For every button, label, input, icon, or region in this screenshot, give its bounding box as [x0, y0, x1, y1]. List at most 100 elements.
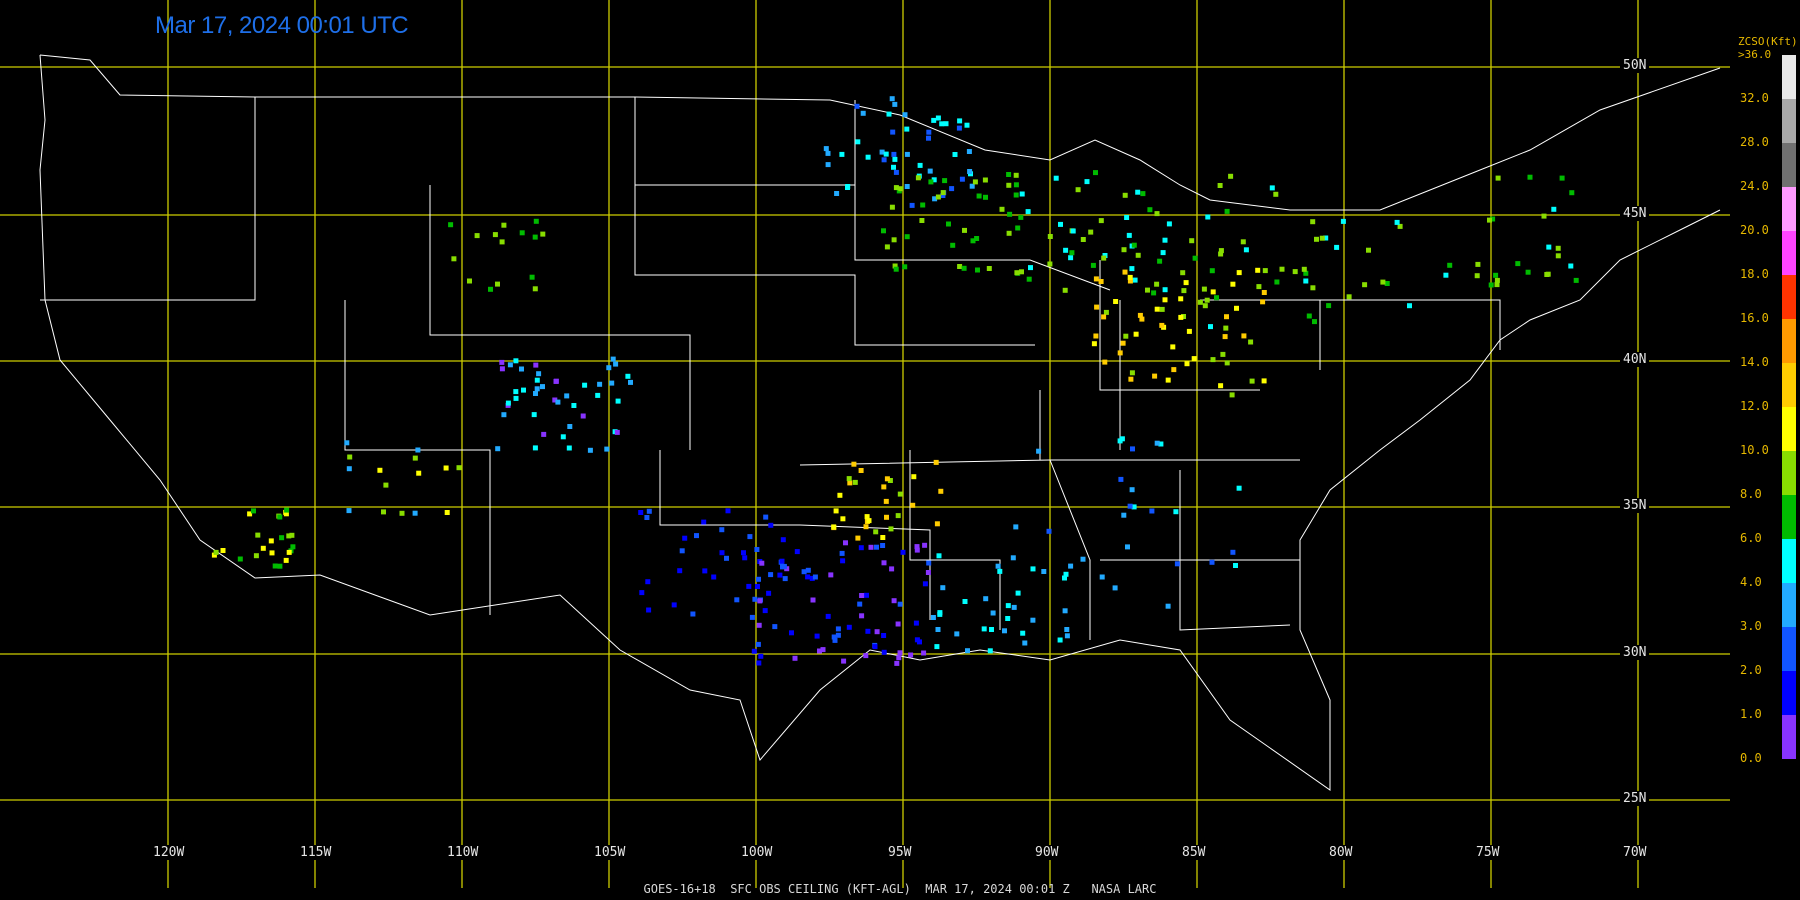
obs-marker [268, 538, 274, 544]
obs-marker [533, 391, 538, 396]
obs-marker [888, 526, 894, 532]
lon-label: 105W [591, 845, 629, 860]
obs-marker [881, 560, 887, 566]
obs-marker [251, 508, 256, 514]
obs-marker [1162, 237, 1168, 243]
obs-marker [412, 455, 418, 461]
obs-marker [1162, 287, 1168, 293]
obs-marker [893, 266, 899, 272]
obs-marker [904, 234, 910, 240]
obs-marker [789, 630, 794, 636]
obs-marker [781, 563, 787, 569]
obs-marker [269, 550, 275, 556]
obs-marker [939, 121, 945, 127]
obs-marker [532, 234, 538, 240]
obs-marker [1222, 334, 1228, 340]
obs-marker [855, 139, 861, 145]
obs-marker [1488, 282, 1494, 288]
obs-marker [859, 613, 865, 619]
obs-marker [1210, 357, 1216, 363]
obs-marker [768, 572, 774, 578]
obs-marker [474, 233, 480, 239]
obs-marker [1394, 219, 1400, 225]
obs-marker [865, 154, 871, 160]
obs-marker [975, 267, 980, 273]
obs-marker [1075, 187, 1081, 193]
obs-marker [922, 581, 928, 587]
obs-marker [1125, 544, 1130, 550]
obs-marker [507, 362, 513, 368]
obs-marker [910, 502, 916, 508]
obs-marker [1128, 376, 1134, 382]
lon-label: 110W [444, 845, 482, 860]
obs-marker [1178, 314, 1184, 320]
obs-marker [283, 557, 289, 563]
obs-marker [986, 266, 992, 271]
obs-marker [859, 593, 865, 598]
obs-marker [1165, 603, 1171, 609]
obs-marker [645, 579, 651, 585]
obs-marker [755, 641, 761, 647]
obs-marker [1030, 617, 1036, 623]
obs-marker [1068, 563, 1074, 569]
obs-marker [868, 544, 874, 550]
obs-marker [1126, 232, 1132, 238]
obs-marker [983, 596, 989, 602]
obs-marker [1292, 269, 1298, 275]
obs-marker [766, 590, 772, 596]
obs-marker [860, 110, 866, 116]
obs-marker [531, 412, 537, 418]
obs-marker [846, 624, 852, 630]
colorbar-tick-label: 32.0 [1740, 91, 1769, 105]
obs-marker [499, 239, 505, 245]
lat-label: 30N [1620, 645, 1650, 660]
obs-marker [1210, 289, 1216, 295]
obs-marker [831, 524, 837, 530]
obs-marker [866, 518, 872, 524]
obs-marker [519, 230, 525, 236]
obs-marker [873, 529, 879, 535]
obs-marker [1002, 628, 1007, 634]
obs-marker [286, 533, 292, 539]
obs-marker [954, 631, 960, 637]
obs-marker [1124, 215, 1130, 220]
obs-marker [213, 549, 219, 555]
obs-marker [1005, 603, 1011, 609]
obs-marker [852, 479, 858, 485]
obs-marker [277, 514, 283, 520]
state-boundaries [39, 54, 1721, 791]
obs-marker [1224, 314, 1229, 320]
obs-marker [702, 568, 708, 574]
obs-marker [1007, 211, 1013, 217]
obs-marker [1223, 325, 1229, 331]
obs-marker [917, 162, 923, 168]
obs-marker [1149, 508, 1155, 514]
obs-marker [982, 177, 988, 183]
obs-marker [931, 117, 937, 123]
obs-marker [833, 508, 839, 514]
obs-marker [874, 629, 880, 635]
obs-marker [1013, 172, 1019, 178]
obs-marker [839, 550, 845, 556]
obs-marker [1084, 179, 1090, 185]
colorbar-tick-label: 16.0 [1740, 311, 1769, 325]
obs-marker [1183, 280, 1189, 286]
obs-marker [1152, 373, 1158, 379]
obs-marker [1217, 183, 1223, 188]
obs-marker [943, 121, 949, 127]
obs-marker [444, 510, 450, 515]
lat-label: 35N [1620, 498, 1650, 513]
lat-label: 25N [1620, 791, 1650, 806]
obs-marker [644, 515, 650, 520]
obs-marker [1036, 448, 1042, 454]
obs-marker [1140, 191, 1146, 197]
obs-marker [1170, 344, 1176, 350]
obs-marker [904, 184, 910, 189]
obs-marker [1020, 630, 1026, 636]
obs-marker [812, 574, 818, 580]
obs-marker [834, 191, 840, 196]
obs-marker [679, 548, 685, 554]
obs-marker [1015, 225, 1021, 231]
obs-marker [1103, 309, 1109, 315]
obs-marker [837, 492, 843, 498]
